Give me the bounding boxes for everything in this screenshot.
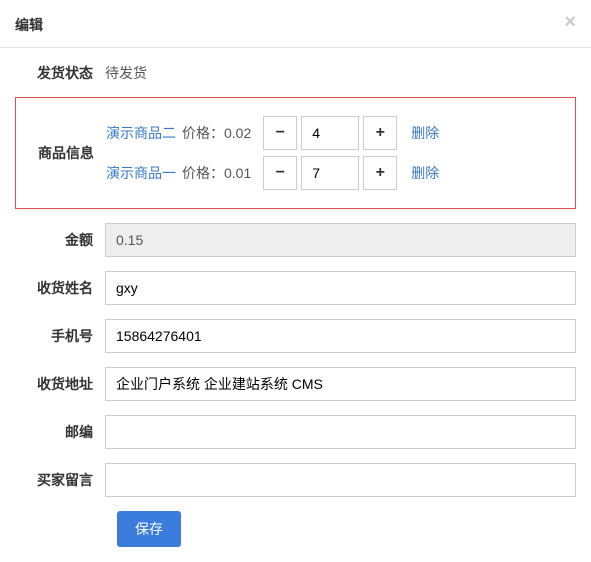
product-info-box: 商品信息 演示商品二 价格：0.02 − + 删除 演示商品一 价格：0.01 …: [15, 97, 576, 209]
row-note: 买家留言: [15, 463, 576, 497]
actions-row: 保存: [117, 511, 576, 547]
product-link[interactable]: 演示商品一: [106, 163, 176, 183]
row-zip: 邮编: [15, 415, 576, 449]
delete-link[interactable]: 删除: [411, 163, 439, 183]
label-name: 收货姓名: [15, 278, 105, 298]
row-address: 收货地址: [15, 367, 576, 401]
product-price: 价格：0.01: [182, 163, 251, 183]
plus-button[interactable]: +: [363, 116, 397, 150]
zip-input[interactable]: [105, 415, 576, 449]
product-link[interactable]: 演示商品二: [106, 123, 176, 143]
edit-modal: 编辑 × 发货状态 待发货 商品信息 演示商品二 价格：0.02 − + 删除 …: [0, 0, 591, 562]
amount-input: [105, 223, 576, 257]
value-status: 待发货: [105, 63, 576, 83]
note-input[interactable]: [105, 463, 576, 497]
product-row: 演示商品二 价格：0.02 − + 删除: [106, 116, 567, 150]
save-button[interactable]: 保存: [117, 511, 181, 547]
label-products: 商品信息: [16, 143, 106, 163]
plus-button[interactable]: +: [363, 156, 397, 190]
phone-input[interactable]: [105, 319, 576, 353]
minus-button[interactable]: −: [263, 156, 297, 190]
product-list: 演示商品二 价格：0.02 − + 删除 演示商品一 价格：0.01 − + 删…: [106, 110, 567, 196]
minus-button[interactable]: −: [263, 116, 297, 150]
modal-body: 发货状态 待发货 商品信息 演示商品二 价格：0.02 − + 删除 演示商品一…: [0, 48, 591, 562]
modal-header: 编辑 ×: [0, 0, 591, 48]
row-phone: 手机号: [15, 319, 576, 353]
product-price: 价格：0.02: [182, 123, 251, 143]
qty-input[interactable]: [301, 116, 359, 150]
address-input[interactable]: [105, 367, 576, 401]
delete-link[interactable]: 删除: [411, 123, 439, 143]
qty-input[interactable]: [301, 156, 359, 190]
label-zip: 邮编: [15, 422, 105, 442]
row-amount: 金额: [15, 223, 576, 257]
row-name: 收货姓名: [15, 271, 576, 305]
modal-title: 编辑: [15, 15, 576, 35]
label-amount: 金额: [15, 230, 105, 250]
close-icon[interactable]: ×: [564, 12, 576, 32]
name-input[interactable]: [105, 271, 576, 305]
label-note: 买家留言: [15, 470, 105, 490]
row-status: 发货状态 待发货: [15, 63, 576, 83]
label-phone: 手机号: [15, 326, 105, 346]
label-status: 发货状态: [15, 63, 105, 83]
product-row: 演示商品一 价格：0.01 − + 删除: [106, 156, 567, 190]
label-address: 收货地址: [15, 374, 105, 394]
